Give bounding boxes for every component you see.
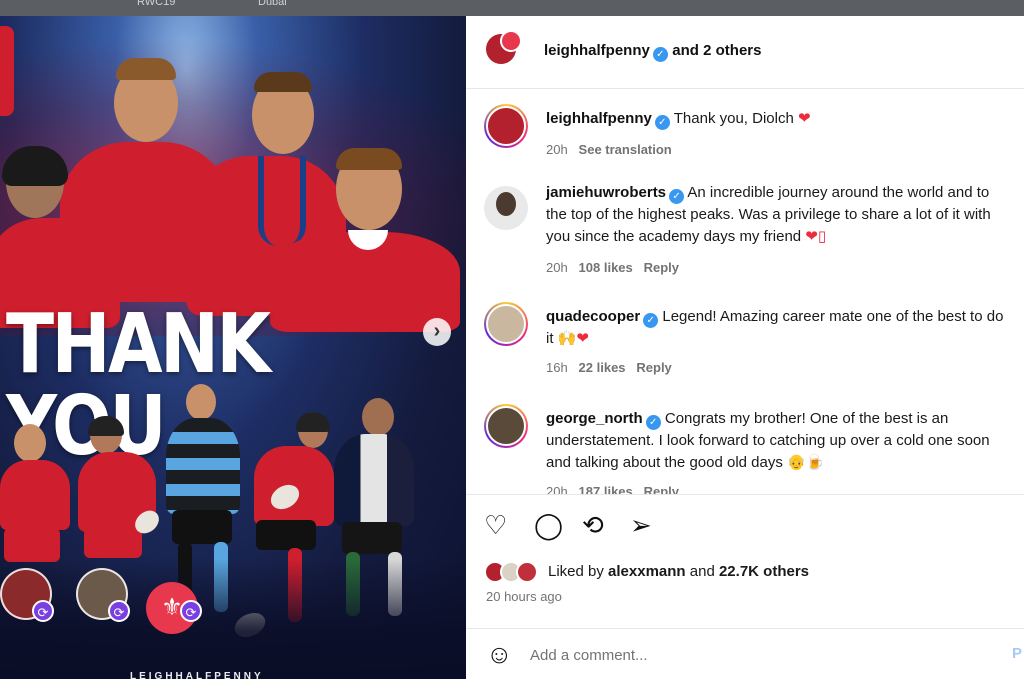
repost-icon: ⟳ <box>32 600 54 622</box>
heart-emoji: ❤▯ <box>805 228 827 245</box>
collab-text[interactable]: and 2 others <box>672 42 761 59</box>
comment-likes[interactable]: 108 likes <box>579 260 633 275</box>
comment-list-clip: george_north ✓ Congrats my brother! One o… <box>466 386 1024 494</box>
comment-text: Thank you, Diolch <box>673 110 794 127</box>
comment-time: 20h <box>546 484 568 494</box>
verified-icon: ✓ <box>654 115 670 130</box>
comment-likes[interactable]: 22 likes <box>579 360 626 375</box>
post-header: leighhalfpenny ✓ and 2 others <box>466 16 1024 88</box>
verified-icon: ✓ <box>643 313 659 328</box>
avatar[interactable] <box>484 404 528 448</box>
comment-username[interactable]: leighhalfpenny <box>546 110 652 127</box>
author-username[interactable]: leighhalfpenny <box>544 42 650 59</box>
reply-button[interactable]: Reply <box>644 484 679 494</box>
reply-button[interactable]: Reply <box>644 260 679 275</box>
player-figure <box>0 16 40 136</box>
floor-shade <box>0 559 466 679</box>
repost-icon[interactable]: ⟲ <box>582 511 604 539</box>
divider <box>466 628 1024 629</box>
post-media[interactable]: THANK YOU ⟳ ⟳ ⚜ ⟳ LEIGHHALFPENNY <box>0 16 466 679</box>
signature-text: LEIGHHALFPENNY <box>130 671 264 679</box>
comment-username[interactable]: george_north <box>546 410 643 427</box>
comment-time: 20h <box>546 260 568 275</box>
post-timestamp[interactable]: 20 hours ago <box>486 589 562 604</box>
post-button[interactable]: P <box>1012 645 1022 662</box>
see-translation-button[interactable]: See translation <box>579 142 672 157</box>
chevron-right-icon[interactable]: › <box>423 318 451 346</box>
top-strip: RWC19 Dubai <box>0 0 1024 16</box>
comment-icon[interactable]: ◯ <box>534 511 563 539</box>
emoji-picker-icon[interactable]: ☺ <box>486 640 513 668</box>
avatar[interactable] <box>484 302 528 346</box>
emoji: 👴🍺 <box>787 454 825 471</box>
likes-summary: Liked by alexxmann and 22.7K others <box>484 561 1004 585</box>
top-strip-item: Dubai <box>258 0 287 8</box>
player-figure <box>270 148 460 332</box>
avatar[interactable] <box>484 104 528 148</box>
header-title: leighhalfpenny ✓ and 2 others <box>544 42 761 62</box>
comment-time: 20h <box>546 142 568 157</box>
avatar[interactable] <box>484 186 528 230</box>
divider <box>466 88 1024 89</box>
verified-icon: ✓ <box>652 47 668 62</box>
divider <box>466 494 1024 495</box>
top-strip-item: RWC19 <box>137 0 176 8</box>
emoji: 🙌❤ <box>557 330 589 347</box>
post-side-panel: leighhalfpenny ✓ and 2 others leighhalfpe… <box>466 16 1024 679</box>
comment-input[interactable] <box>530 643 970 667</box>
likes-middle: and <box>689 563 715 580</box>
verified-icon: ✓ <box>645 415 661 430</box>
comment-time: 16h <box>546 360 568 375</box>
repost-icon: ⟳ <box>180 600 202 622</box>
heart-emoji: ❤ <box>797 110 811 127</box>
comment-likes[interactable]: 187 likes <box>579 484 633 494</box>
likes-prefix: Liked by <box>548 563 604 580</box>
repost-icon: ⟳ <box>108 600 130 622</box>
likes-count[interactable]: 22.7K others <box>719 563 809 580</box>
send-icon[interactable]: ➢ <box>630 511 652 539</box>
liker-username[interactable]: alexxmann <box>608 563 686 580</box>
reply-button[interactable]: Reply <box>636 360 671 375</box>
verified-icon: ✓ <box>669 189 685 204</box>
action-bar: ♡ ◯ ⟲ ➢ <box>484 511 1004 541</box>
heart-icon[interactable]: ♡ <box>484 511 507 539</box>
collab-avatar[interactable] <box>500 30 522 52</box>
liker-avatar <box>516 561 538 583</box>
comment-username[interactable]: quadecooper <box>546 308 640 325</box>
comment-username[interactable]: jamiehuwroberts <box>546 184 666 201</box>
add-comment-row: ☺ P <box>466 633 1024 679</box>
